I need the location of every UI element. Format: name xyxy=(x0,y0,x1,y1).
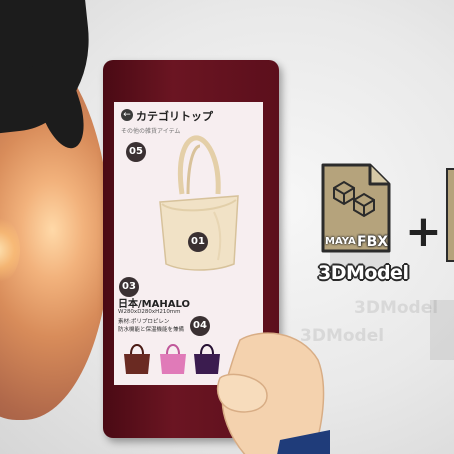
product-feature: 防水機能と保温機能を兼備 xyxy=(118,327,185,333)
file-format-fbx: FBX xyxy=(357,234,389,250)
thumbnail-pink-bag[interactable] xyxy=(158,340,188,376)
product-material: 素材:ポリプロピレン xyxy=(118,319,170,325)
character-hand xyxy=(216,332,330,454)
screen-title: カテゴリトップ xyxy=(136,110,213,123)
plus-sign: + xyxy=(405,206,442,257)
ghost-3dmodel-text: 3DModel xyxy=(354,298,439,318)
scene-background: 3DModel 3DModel MAYA FBX 3DModel + ← カテゴ… xyxy=(0,0,454,454)
callout-01[interactable]: 01 xyxy=(188,232,208,252)
product-size: W280xD280xH210mm xyxy=(118,309,181,315)
next-file-icon-partial xyxy=(446,168,454,262)
file-format-maya: MAYA xyxy=(325,236,356,247)
back-arrow-icon[interactable]: ← xyxy=(121,109,133,121)
callout-03[interactable]: 03 xyxy=(119,277,139,297)
product-name: 日本/MAHALO xyxy=(118,299,190,310)
callout-04[interactable]: 04 xyxy=(190,316,210,336)
3dmodel-label: 3DModel xyxy=(318,262,409,284)
callout-05[interactable]: 05 xyxy=(126,142,146,162)
ear-highlight xyxy=(0,215,20,285)
thumbnail-brown-bag[interactable] xyxy=(122,340,152,376)
ghost-block-2 xyxy=(430,300,454,360)
